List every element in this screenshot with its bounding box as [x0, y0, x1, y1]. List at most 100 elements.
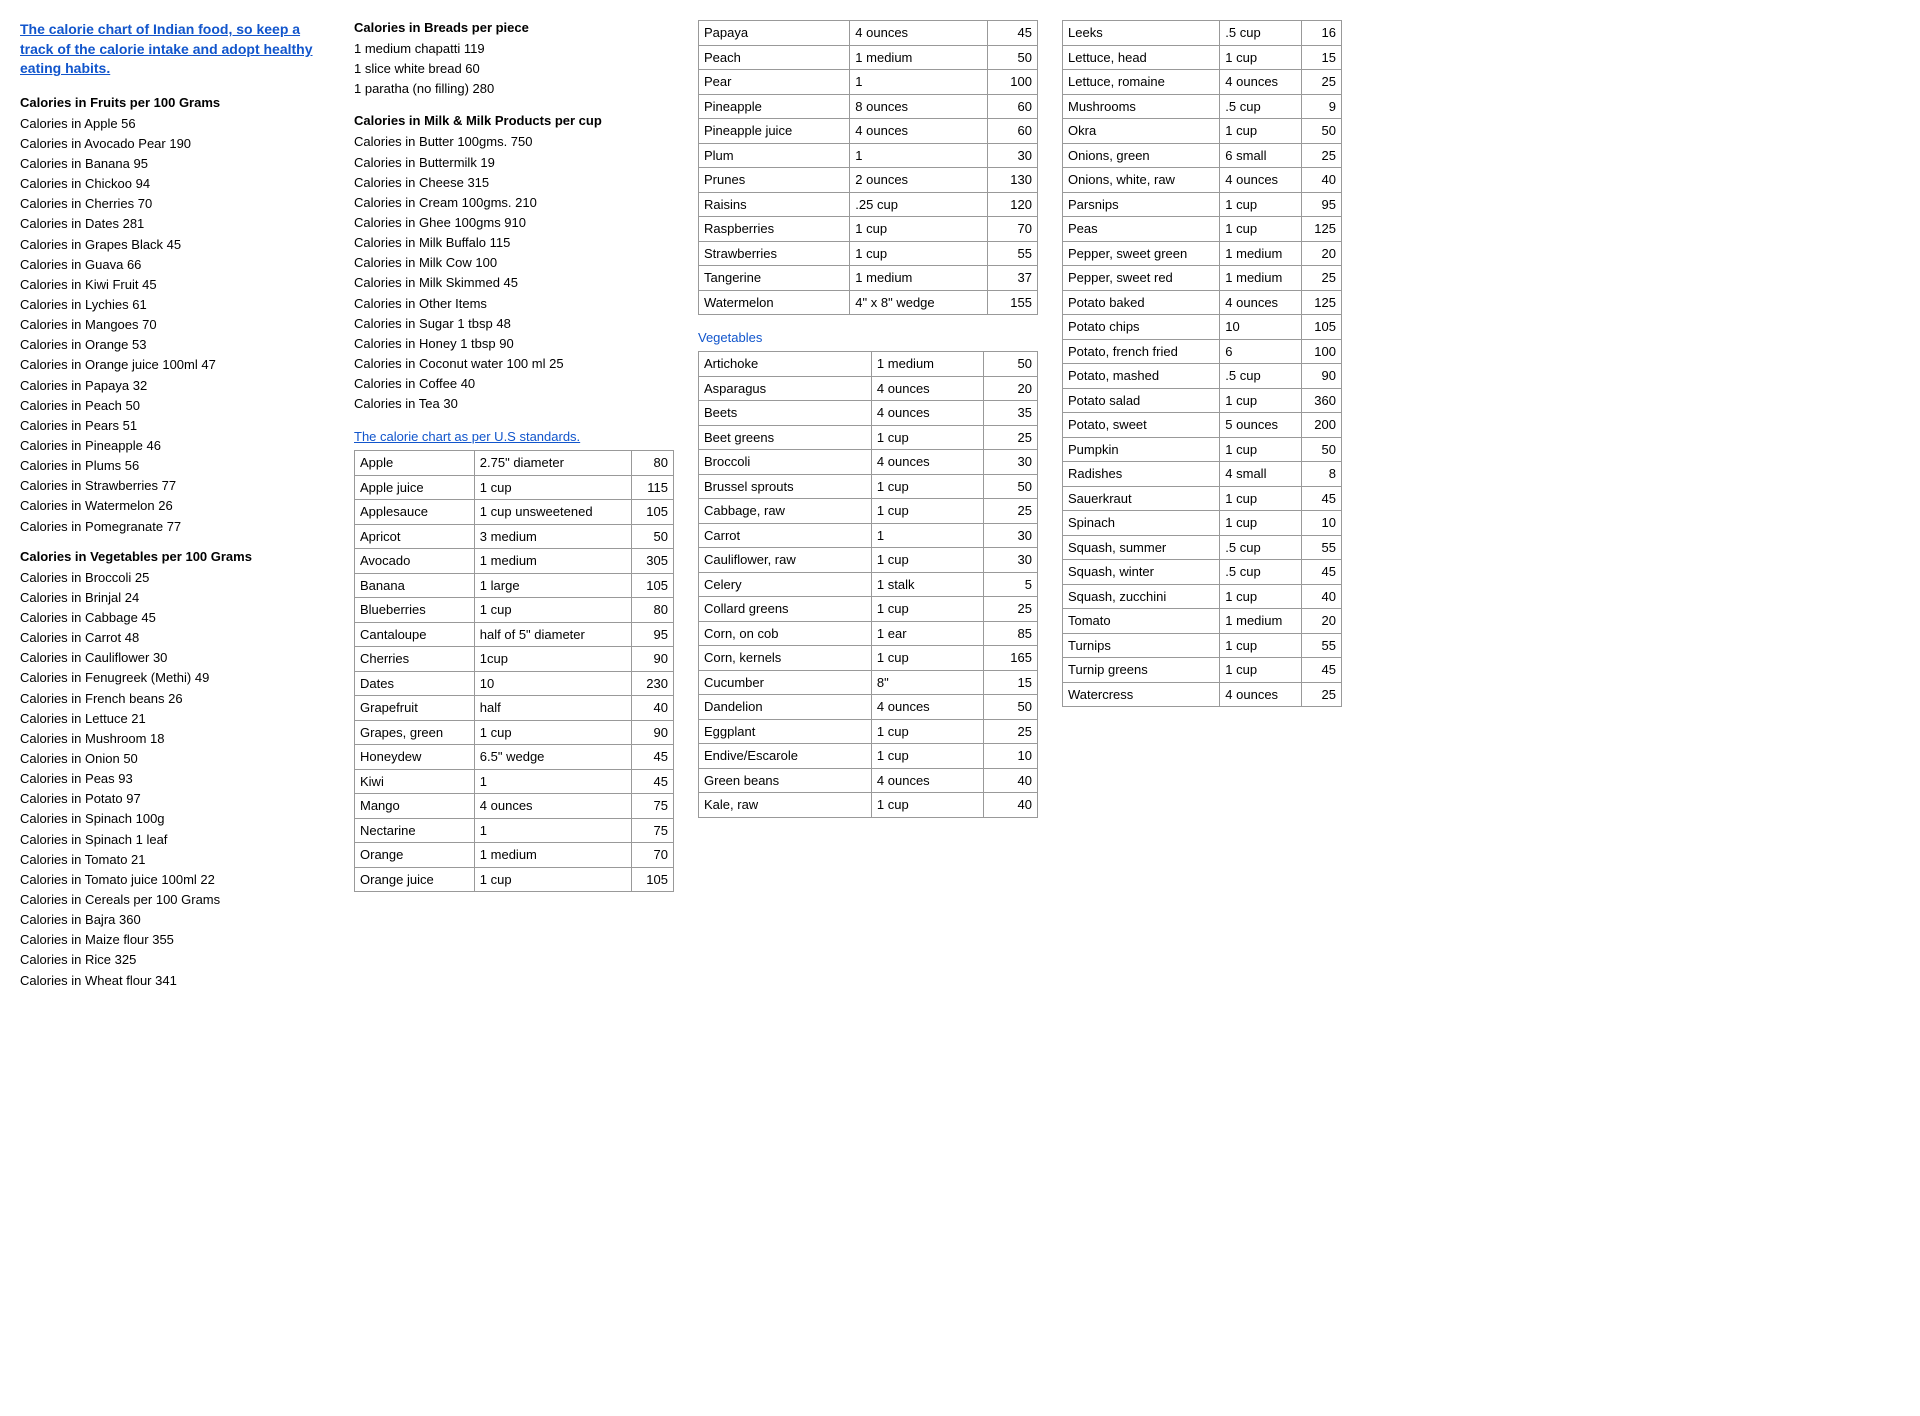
list-item: Calories in Onion 50 — [20, 749, 330, 769]
table-row: Broccoli4 ounces30 — [699, 450, 1038, 475]
table-cell: .25 cup — [850, 192, 988, 217]
table-cell: Raspberries — [699, 217, 850, 242]
table-row: Prunes2 ounces130 — [699, 168, 1038, 193]
table-cell: 50 — [988, 45, 1038, 70]
page-title-link[interactable]: The calorie chart of Indian food, so kee… — [20, 20, 330, 79]
table-cell: .5 cup — [1220, 535, 1302, 560]
table-row: Plum130 — [699, 143, 1038, 168]
table-cell: 1 cup — [1220, 192, 1302, 217]
table-cell: 2 ounces — [850, 168, 988, 193]
table-cell: Potato, mashed — [1063, 364, 1220, 389]
table-cell: half of 5" diameter — [474, 622, 632, 647]
table-cell: 55 — [1302, 535, 1342, 560]
table-row: Applesauce1 cup unsweetened105 — [355, 500, 674, 525]
table-cell: Watercress — [1063, 682, 1220, 707]
table-cell: Green beans — [699, 768, 872, 793]
table-row: Honeydew6.5" wedge45 — [355, 745, 674, 770]
table-cell: Squash, summer — [1063, 535, 1220, 560]
list-item: Calories in Coffee 40 — [354, 374, 674, 394]
breads-items: 1 medium chapatti 1191 slice white bread… — [354, 39, 674, 99]
table-cell: 1 cup — [1220, 45, 1302, 70]
list-item: Calories in Chickoo 94 — [20, 174, 330, 194]
table-row: Papaya4 ounces45 — [699, 21, 1038, 46]
us-fruits-continued-table: Papaya4 ounces45Peach1 medium50Pear1100P… — [698, 20, 1038, 315]
table-cell: 9 — [1302, 94, 1342, 119]
table-cell: 8 ounces — [850, 94, 988, 119]
table-cell: Potato salad — [1063, 388, 1220, 413]
table-cell: 4 small — [1220, 462, 1302, 487]
table-cell: Tomato — [1063, 609, 1220, 634]
table-cell: 4 ounces — [1220, 682, 1302, 707]
table-row: Raisins.25 cup120 — [699, 192, 1038, 217]
table-cell: half — [474, 696, 632, 721]
table-cell: 6 — [1220, 339, 1302, 364]
table-cell: 105 — [1302, 315, 1342, 340]
table-row: Pear1100 — [699, 70, 1038, 95]
milk-title: Calories in Milk & Milk Products per cup — [354, 113, 674, 128]
table-cell: 155 — [988, 290, 1038, 315]
table-cell: Cucumber — [699, 670, 872, 695]
list-item: Calories in Cherries 70 — [20, 194, 330, 214]
table-cell: Kiwi — [355, 769, 475, 794]
table-cell: 4 ounces — [1220, 290, 1302, 315]
list-item: Calories in Spinach 100g — [20, 809, 330, 829]
list-item: Calories in Mangoes 70 — [20, 315, 330, 335]
table-cell: Eggplant — [699, 719, 872, 744]
table-cell: 1 cup — [474, 475, 632, 500]
table-cell: 4 ounces — [1220, 168, 1302, 193]
table-cell: Sauerkraut — [1063, 486, 1220, 511]
table-cell: Mango — [355, 794, 475, 819]
table-cell: 25 — [984, 719, 1038, 744]
table-cell: 105 — [632, 573, 674, 598]
page-wrapper: The calorie chart of Indian food, so kee… — [20, 20, 1900, 991]
table-row: Dates10230 — [355, 671, 674, 696]
table-row: Apricot3 medium50 — [355, 524, 674, 549]
table-row: Cantaloupehalf of 5" diameter95 — [355, 622, 674, 647]
list-item: Calories in Milk Skimmed 45 — [354, 273, 674, 293]
table-cell: .5 cup — [1220, 364, 1302, 389]
table-cell: 1 cup — [871, 425, 983, 450]
table-cell: 4 ounces — [871, 376, 983, 401]
table-cell: 40 — [1302, 584, 1342, 609]
table-cell: Pepper, sweet red — [1063, 266, 1220, 291]
list-item: Calories in Spinach 1 leaf — [20, 830, 330, 850]
table-cell: 1 cup — [1220, 658, 1302, 683]
table-cell: 40 — [984, 768, 1038, 793]
table-cell: Pumpkin — [1063, 437, 1220, 462]
table-cell: 4 ounces — [474, 794, 632, 819]
table-row: Nectarine175 — [355, 818, 674, 843]
table-cell: Applesauce — [355, 500, 475, 525]
table-cell: 200 — [1302, 413, 1342, 438]
column-2: Calories in Breads per piece 1 medium ch… — [354, 20, 674, 892]
table-row: Grapes, green1 cup90 — [355, 720, 674, 745]
table-cell: 90 — [632, 720, 674, 745]
table-cell: 50 — [984, 695, 1038, 720]
table-row: Sauerkraut1 cup45 — [1063, 486, 1342, 511]
table-cell: 45 — [1302, 658, 1342, 683]
table-cell: 90 — [632, 647, 674, 672]
table-row: Corn, on cob1 ear85 — [699, 621, 1038, 646]
table-cell: 40 — [632, 696, 674, 721]
vegetables-us-title: Vegetables — [698, 330, 1038, 345]
table-cell: 100 — [988, 70, 1038, 95]
table-cell: 95 — [632, 622, 674, 647]
table-row: Potato, mashed.5 cup90 — [1063, 364, 1342, 389]
table-cell: 70 — [632, 843, 674, 868]
table-cell: Leeks — [1063, 21, 1220, 46]
list-item: Calories in Other Items — [354, 294, 674, 314]
table-row: Kale, raw1 cup40 — [699, 793, 1038, 818]
list-item: Calories in Rice 325 — [20, 950, 330, 970]
list-item: Calories in Potato 97 — [20, 789, 330, 809]
table-cell: 10 — [474, 671, 632, 696]
table-cell: Cantaloupe — [355, 622, 475, 647]
table-cell: Collard greens — [699, 597, 872, 622]
table-cell: 1 medium — [871, 352, 983, 377]
table-row: Cherries1cup90 — [355, 647, 674, 672]
column-1: The calorie chart of Indian food, so kee… — [20, 20, 330, 991]
table-row: Lettuce, romaine4 ounces25 — [1063, 70, 1342, 95]
table-cell: 30 — [984, 548, 1038, 573]
table-cell: 165 — [984, 646, 1038, 671]
table-row: Strawberries1 cup55 — [699, 241, 1038, 266]
table-row: Potato salad1 cup360 — [1063, 388, 1342, 413]
table-cell: 1 cup — [871, 793, 983, 818]
